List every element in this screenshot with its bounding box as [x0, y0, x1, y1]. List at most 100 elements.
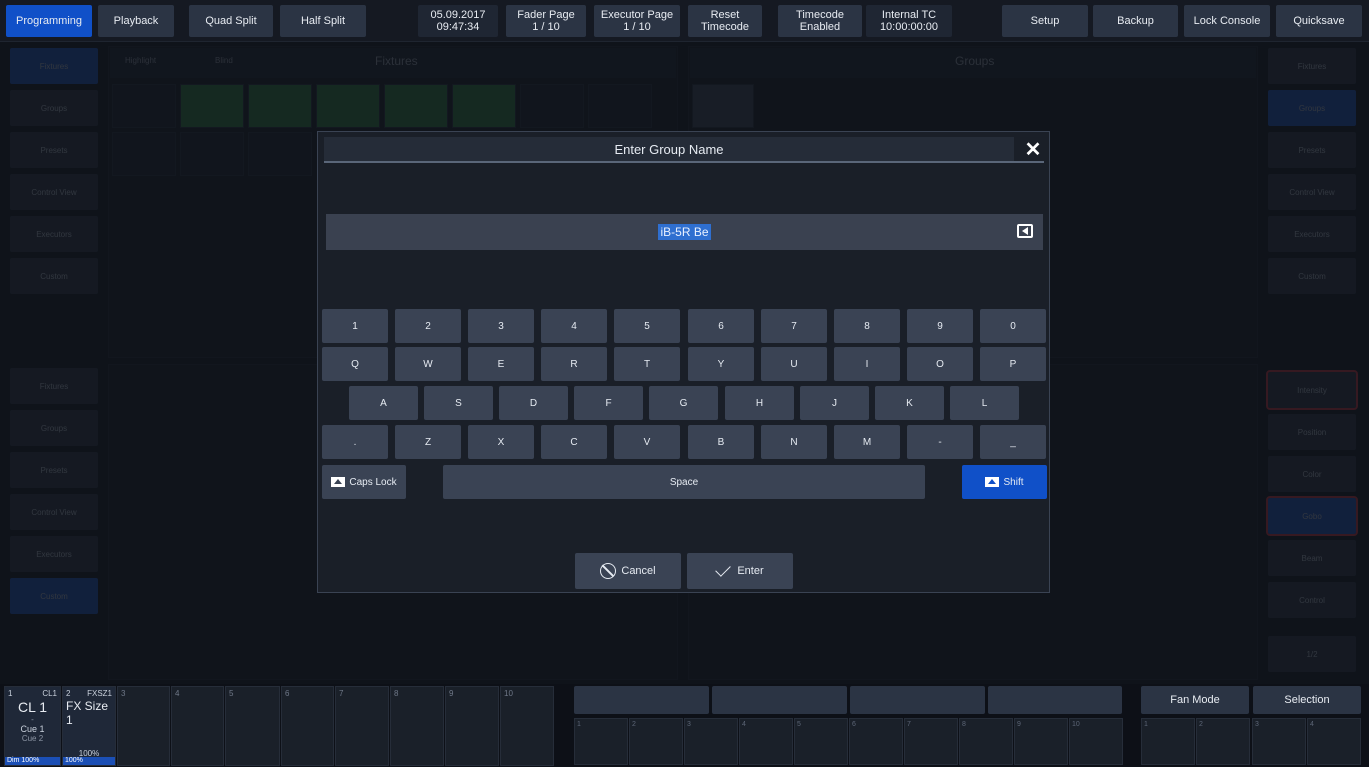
keyboard-key[interactable]: X	[468, 425, 534, 459]
bottom-fader-1[interactable]: 1	[574, 718, 628, 765]
left-sidebar-custom-2[interactable]: Custom	[10, 578, 98, 614]
bottom-fader-3[interactable]: 3	[684, 718, 738, 765]
bottom-wide-button-2[interactable]	[712, 686, 847, 714]
bottom-fader-8[interactable]: 8	[959, 718, 1013, 765]
executor-5[interactable]: 5	[225, 686, 280, 766]
bottom-right-fader-1[interactable]: 1	[1141, 718, 1195, 765]
fixture-cell[interactable]	[452, 84, 516, 128]
left-sidebar-executors-2[interactable]: Executors	[10, 536, 98, 572]
keyboard-key[interactable]: O	[907, 347, 973, 381]
executor-4[interactable]: 4	[171, 686, 224, 766]
close-icon[interactable]: ✕	[1020, 136, 1046, 162]
left-sidebar-groups-2[interactable]: Groups	[10, 410, 98, 446]
right-sidebar-fixtures[interactable]: Fixtures	[1268, 48, 1356, 84]
bottom-fader-6[interactable]: 6	[849, 718, 903, 765]
half-split-button[interactable]: Half Split	[280, 5, 366, 37]
left-sidebar-fixtures[interactable]: Fixtures	[10, 48, 98, 84]
keyboard-key[interactable]: Q	[322, 347, 388, 381]
bottom-wide-button-1[interactable]	[574, 686, 709, 714]
fixture-cell[interactable]	[520, 84, 584, 128]
keyboard-key[interactable]: 7	[761, 309, 827, 343]
right-sidebar-color[interactable]: Color	[1268, 456, 1356, 492]
keyboard-key[interactable]: E	[468, 347, 534, 381]
programming-button[interactable]: Programming	[6, 5, 92, 37]
right-sidebar-gobo[interactable]: Gobo	[1266, 496, 1358, 536]
cancel-button[interactable]: Cancel	[575, 553, 681, 589]
fixture-cell[interactable]	[384, 84, 448, 128]
right-sidebar-position[interactable]: Position	[1268, 414, 1356, 450]
executor-7[interactable]: 7	[335, 686, 389, 766]
fixture-cell[interactable]	[112, 84, 176, 128]
right-sidebar-presets[interactable]: Presets	[1268, 132, 1356, 168]
fixture-cell[interactable]	[180, 132, 244, 176]
bottom-wide-button-4[interactable]	[988, 686, 1122, 714]
selection-button[interactable]: Selection	[1253, 686, 1361, 714]
bottom-fader-5[interactable]: 5	[794, 718, 848, 765]
keyboard-key[interactable]: .	[322, 425, 388, 459]
executor-2[interactable]: 2 FXSZ1 FX Size 1 100% 100%	[62, 686, 116, 766]
fan-mode-button[interactable]: Fan Mode	[1141, 686, 1249, 714]
left-sidebar-presets[interactable]: Presets	[10, 132, 98, 168]
right-sidebar-custom[interactable]: Custom	[1268, 258, 1356, 294]
bottom-wide-button-3[interactable]	[850, 686, 985, 714]
keyboard-key[interactable]: 9	[907, 309, 973, 343]
backspace-icon[interactable]	[1017, 224, 1033, 238]
keyboard-key[interactable]: K	[875, 386, 944, 420]
group-cell[interactable]	[692, 84, 754, 128]
group-name-input[interactable]: iB-5R Be	[326, 214, 1043, 250]
keyboard-key[interactable]: V	[614, 425, 680, 459]
right-sidebar-executors[interactable]: Executors	[1268, 216, 1356, 252]
keyboard-key[interactable]: 8	[834, 309, 900, 343]
keyboard-key[interactable]: G	[649, 386, 718, 420]
left-sidebar-fixtures-2[interactable]: Fixtures	[10, 368, 98, 404]
keyboard-key[interactable]: D	[499, 386, 568, 420]
keyboard-key[interactable]: F	[574, 386, 643, 420]
keyboard-key[interactable]: 0	[980, 309, 1046, 343]
keyboard-key[interactable]: T	[614, 347, 680, 381]
executor-1[interactable]: 1 CL1 CL 1 - Cue 1 Cue 2 Dim 100%	[4, 686, 61, 766]
keyboard-key[interactable]: I	[834, 347, 900, 381]
space-key[interactable]: Space	[443, 465, 925, 499]
bottom-right-fader-4[interactable]: 4	[1307, 718, 1361, 765]
quad-split-button[interactable]: Quad Split	[189, 5, 273, 37]
right-sidebar-control[interactable]: Control	[1268, 582, 1356, 618]
left-sidebar-control-view[interactable]: Control View	[10, 174, 98, 210]
keyboard-key[interactable]: 6	[688, 309, 754, 343]
bottom-fader-9[interactable]: 9	[1014, 718, 1068, 765]
keyboard-key[interactable]: R	[541, 347, 607, 381]
bottom-right-fader-2[interactable]: 2	[1196, 718, 1250, 765]
keyboard-key[interactable]: W	[395, 347, 461, 381]
keyboard-key[interactable]: C	[541, 425, 607, 459]
bottom-right-fader-3[interactable]: 3	[1252, 718, 1306, 765]
keyboard-key[interactable]: A	[349, 386, 418, 420]
keyboard-key[interactable]: U	[761, 347, 827, 381]
keyboard-key[interactable]: 4	[541, 309, 607, 343]
executor-6[interactable]: 6	[281, 686, 334, 766]
executor-9[interactable]: 9	[445, 686, 499, 766]
right-sidebar-page[interactable]: 1/2	[1268, 636, 1356, 672]
keyboard-key[interactable]: 3	[468, 309, 534, 343]
keyboard-key[interactable]: H	[725, 386, 794, 420]
enter-button[interactable]: Enter	[687, 553, 793, 589]
keyboard-key[interactable]: L	[950, 386, 1019, 420]
keyboard-key[interactable]: 1	[322, 309, 388, 343]
setup-button[interactable]: Setup	[1002, 5, 1088, 37]
fixture-cell[interactable]	[248, 84, 312, 128]
keyboard-key[interactable]: 2	[395, 309, 461, 343]
fixture-cell[interactable]	[112, 132, 176, 176]
shift-key[interactable]: Shift	[962, 465, 1047, 499]
left-sidebar-presets-2[interactable]: Presets	[10, 452, 98, 488]
keyboard-key[interactable]: 5	[614, 309, 680, 343]
fixture-cell[interactable]	[180, 84, 244, 128]
left-sidebar-groups[interactable]: Groups	[10, 90, 98, 126]
executor-3[interactable]: 3	[117, 686, 170, 766]
bottom-fader-2[interactable]: 2	[629, 718, 683, 765]
keyboard-key[interactable]: S	[424, 386, 493, 420]
lock-console-button[interactable]: Lock Console	[1184, 5, 1270, 37]
bottom-fader-10[interactable]: 10	[1069, 718, 1123, 765]
keyboard-key[interactable]: Z	[395, 425, 461, 459]
fixture-cell[interactable]	[588, 84, 652, 128]
bottom-fader-4[interactable]: 4	[739, 718, 793, 765]
right-sidebar-beam[interactable]: Beam	[1268, 540, 1356, 576]
keyboard-key[interactable]: -	[907, 425, 973, 459]
